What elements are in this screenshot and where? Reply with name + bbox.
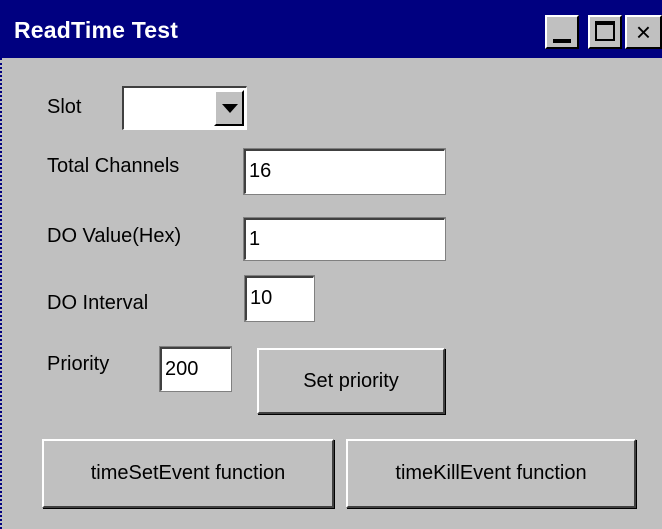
do-interval-value: 10 xyxy=(250,287,273,309)
total-channels-label: Total Channels xyxy=(47,155,180,177)
time-kill-event-button[interactable]: timeKillEvent function xyxy=(346,439,636,508)
close-icon: × xyxy=(635,17,652,47)
minimize-icon xyxy=(553,39,571,43)
slot-combobox[interactable] xyxy=(122,86,247,130)
slot-dropdown-button[interactable] xyxy=(214,90,244,126)
do-value-label: DO Value(Hex) xyxy=(47,225,182,247)
slot-label: Slot xyxy=(47,96,82,118)
window-title: ReadTime Test xyxy=(14,17,179,43)
total-channels-input[interactable]: 16 xyxy=(243,148,446,195)
set-priority-button[interactable]: Set priority xyxy=(257,348,445,414)
maximize-button[interactable] xyxy=(588,15,622,49)
total-channels-value: 16 xyxy=(249,160,272,182)
minimize-button[interactable] xyxy=(545,15,579,49)
priority-value: 200 xyxy=(165,358,199,380)
priority-input[interactable]: 200 xyxy=(159,346,232,392)
do-interval-label: DO Interval xyxy=(47,292,149,314)
title-bar[interactable]: ReadTime Test × xyxy=(0,0,662,58)
window-border xyxy=(0,58,2,529)
priority-label: Priority xyxy=(47,353,110,375)
readtime-test-window: ReadTime Test × Slot Total Channels 16 D… xyxy=(0,0,662,529)
chevron-down-icon xyxy=(222,104,238,113)
close-button[interactable]: × xyxy=(625,15,662,49)
time-set-event-button[interactable]: timeSetEvent function xyxy=(42,439,334,508)
do-interval-input[interactable]: 10 xyxy=(244,275,315,322)
maximize-icon xyxy=(595,21,615,41)
do-value-value: 1 xyxy=(249,228,261,250)
do-value-input[interactable]: 1 xyxy=(243,217,446,261)
